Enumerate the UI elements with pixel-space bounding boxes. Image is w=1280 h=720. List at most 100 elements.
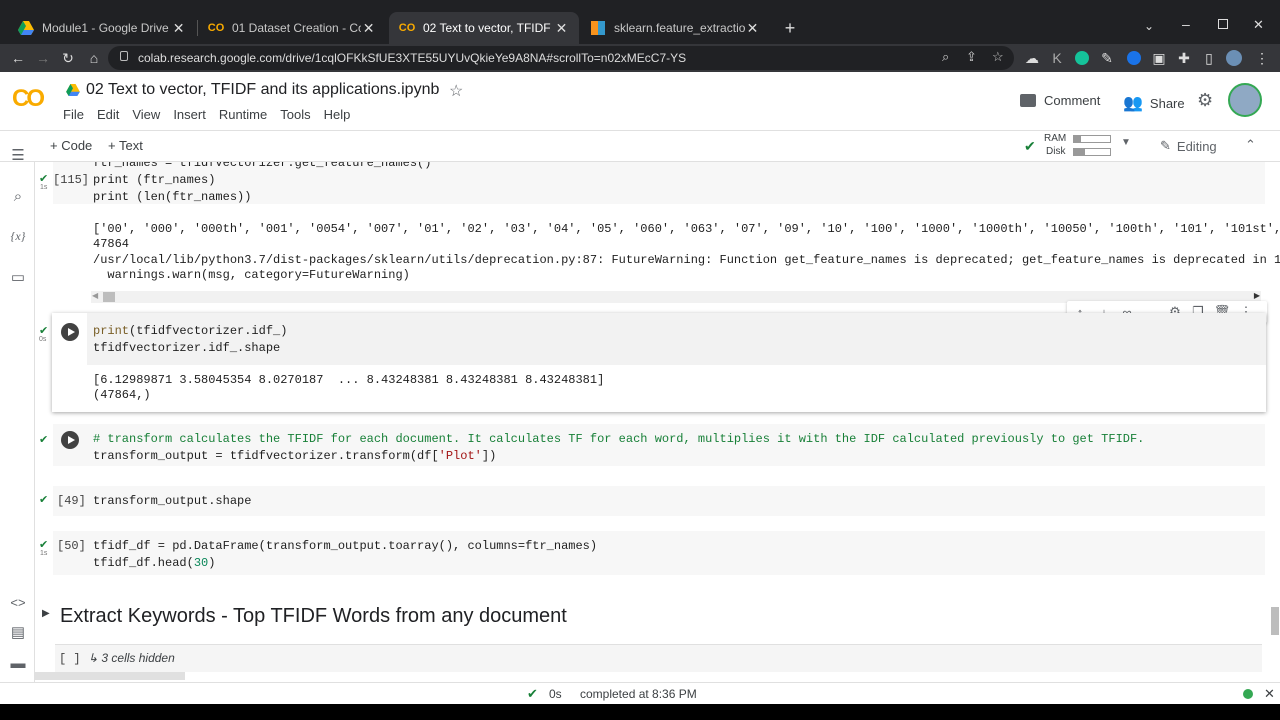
extensions-puzzle-icon[interactable]: ✚ [1174,48,1194,68]
code-line: print (len(ftr_names)) [93,190,252,204]
menu-tools[interactable]: Tools [280,107,310,122]
colab-icon: CO [398,22,416,34]
extension-cloud-icon[interactable]: ☁ [1022,48,1042,68]
editing-mode-button[interactable]: ✎ Editing [1160,138,1217,154]
hidden-cells-label[interactable]: ↳ 3 cells hidden [88,651,175,665]
sklearn-icon [590,20,606,36]
collapse-header-icon[interactable]: ⌃ [1245,137,1256,153]
menu-edit[interactable]: Edit [97,107,119,122]
reload-icon[interactable]: ↻ [58,48,78,68]
comment-icon [1020,94,1036,107]
add-code-button[interactable]: + Code [50,138,92,153]
menu-help[interactable]: Help [324,107,351,122]
files-folder-icon[interactable]: ▭ [7,266,29,288]
menu-view[interactable]: View [132,107,160,122]
star-icon[interactable]: ☆ [449,81,463,101]
sidepanel-icon[interactable]: ▯ [1199,48,1219,68]
run-cell-button[interactable] [61,323,79,341]
google-drive-icon [66,83,80,96]
grammarly-icon[interactable] [1072,48,1092,68]
settings-gear-icon[interactable]: ⚙ [1197,90,1213,111]
profile-avatar[interactable] [1224,48,1244,68]
home-icon[interactable]: ⌂ [84,48,104,68]
close-tab-icon[interactable]: ✕ [745,20,760,37]
forward-icon[interactable]: → [33,48,53,68]
extension-c-icon[interactable] [1124,48,1144,68]
menu-runtime[interactable]: Runtime [219,107,267,122]
section-heading[interactable]: Extract Keywords - Top TFIDF Words from … [60,605,567,628]
connected-check-icon: ✔ [1024,138,1036,154]
extension-k-icon[interactable]: K [1047,48,1067,68]
close-tab-icon[interactable]: ✕ [361,20,376,37]
code-line: tfidfvectorizer.idf_.shape [93,341,281,355]
close-window-icon[interactable]: ✕ [1253,17,1264,33]
browser-menu-icon[interactable]: ⋮ [1252,48,1272,68]
tab-dataset-creation[interactable]: CO 01 Dataset Creation - Collect Mo ✕ [198,12,386,44]
connection-status-dot [1243,689,1253,699]
restore-icon[interactable] [1218,19,1228,29]
scroll-right-icon[interactable]: ▶ [1254,291,1260,300]
new-tab-button[interactable]: + [781,19,799,37]
user-avatar[interactable] [1228,83,1262,117]
code-line: transform_output = tfidfvectorizer.trans… [93,449,497,463]
extension-pen-icon[interactable]: ✎ [1097,48,1117,68]
disk-usage-bar[interactable] [1073,148,1111,156]
zoom-icon[interactable]: ⌕ [942,49,949,65]
share-button[interactable]: 👥 Share [1123,93,1185,113]
extension-box-icon[interactable]: ▣ [1149,48,1169,68]
address-bar[interactable]: colab.research.google.com/drive/1cqlOFKk… [108,46,1014,70]
section-expand-chevron-icon[interactable]: ▶ [42,608,50,619]
hidden-cells-bar[interactable] [55,644,1262,672]
scrollbar-thumb[interactable] [103,292,115,302]
editing-label: Editing [1176,138,1217,154]
add-text-button[interactable]: + Text [108,138,143,153]
code-snippets-icon[interactable]: <> [7,591,29,613]
code-editor[interactable] [87,313,1266,365]
code-line: tfidf_df.head(30) [93,556,216,570]
search-icon[interactable]: ⌕ [7,185,29,207]
tab-label: Module1 - Google Drive [42,21,169,35]
share-label: Share [1149,95,1185,111]
tab-search-icon[interactable]: ⌄ [1144,19,1154,33]
bookmark-star-icon[interactable]: ☆ [992,49,1004,65]
tab-label: 01 Dataset Creation - Collect Mo [232,21,361,35]
exec-count: [50] [57,539,86,553]
menu-bar: File Edit View Insert Runtime Tools Help [63,107,363,122]
scroll-left-icon[interactable]: ◀ [92,291,98,300]
share-page-icon[interactable]: ⇪ [966,49,977,65]
comment-button[interactable]: Comment [1020,93,1100,108]
runtime-dropdown-icon[interactable]: ▼ [1121,137,1131,148]
status-completed-text: completed at 8:36 PM [580,687,697,701]
cell-exec-time: 0s [39,336,47,343]
code-line: print(tfidfvectorizer.idf_) [93,324,288,338]
notebook-title[interactable]: 02 Text to vector, TFIDF and its applica… [86,81,439,99]
google-drive-icon [18,20,34,36]
tab-sklearn-docs[interactable]: sklearn.feature_extraction.text.Tfi ✕ [580,12,770,44]
hidden-cells-text: 3 cells hidden [101,651,175,665]
tab-text-to-vector[interactable]: CO 02 Text to vector, TFIDF and its ap ✕ [389,12,579,44]
close-tab-icon[interactable]: ✕ [171,20,186,37]
table-of-contents-icon[interactable]: ☰ [7,144,29,166]
output-line: warnings.warn(msg, category=FutureWarnin… [93,268,410,282]
tab-google-drive[interactable]: Module1 - Google Drive ✕ [8,12,196,44]
cell-success-check-icon: ✔ [39,434,49,446]
code-comment-line: # transform calculates the TFIDF for eac… [93,432,1145,446]
comment-label: Comment [1044,93,1101,108]
menu-file[interactable]: File [63,107,84,122]
code-cell[interactable] [53,531,1265,575]
url-text: colab.research.google.com/drive/1cqlOFKk… [138,51,687,65]
close-status-icon[interactable]: ✕ [1264,686,1275,702]
minimize-icon[interactable]: – [1182,16,1190,32]
menu-insert[interactable]: Insert [173,107,206,122]
run-cell-button[interactable] [61,431,79,449]
notebook-horizontal-scrollbar[interactable] [35,672,185,680]
terminal-icon[interactable]: ▬ [7,652,29,674]
colab-logo[interactable]: CO [12,85,45,113]
ram-usage-bar[interactable] [1073,135,1111,143]
command-palette-icon[interactable]: ▤ [7,621,29,643]
screen-border [0,704,1280,720]
back-icon[interactable]: ← [8,48,28,68]
notebook-vertical-scrollbar-thumb[interactable] [1271,607,1279,635]
close-tab-icon[interactable]: ✕ [554,20,569,37]
variables-icon[interactable]: {x} [7,225,29,247]
